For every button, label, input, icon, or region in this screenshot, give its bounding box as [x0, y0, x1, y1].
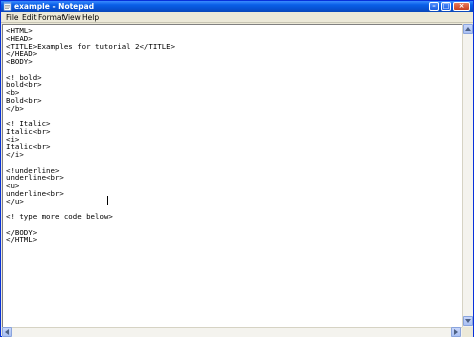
menu-view[interactable]: View: [63, 12, 81, 23]
notepad-icon: [3, 2, 12, 11]
title-bar[interactable]: example - Notepad – □ ×: [1, 1, 473, 12]
editor-line: <BODY>: [6, 57, 33, 66]
scroll-up-button[interactable]: [463, 24, 473, 34]
scroll-down-button[interactable]: [463, 316, 473, 326]
editor-line: <! type more code below>: [6, 212, 113, 221]
scroll-right-button[interactable]: [451, 327, 461, 337]
scroll-left-button[interactable]: [2, 327, 12, 337]
minimize-button[interactable]: –: [429, 2, 439, 11]
window-title: example - Notepad: [14, 2, 95, 11]
text-caret: [107, 196, 108, 205]
editor-line: </u>: [6, 196, 24, 206]
arrow-left-icon: [5, 329, 9, 335]
editor-line: </b>: [6, 103, 24, 113]
maximize-button[interactable]: □: [441, 2, 451, 11]
menu-bar: File Edit Format View Help: [1, 12, 473, 23]
editor-line: </HTML>: [6, 235, 38, 245]
vertical-scrollbar[interactable]: [462, 24, 473, 327]
horizontal-scrollbar[interactable]: [2, 327, 462, 337]
menu-format[interactable]: Format: [38, 12, 64, 23]
arrow-down-icon: [465, 319, 471, 323]
arrow-up-icon: [465, 27, 471, 31]
menu-file[interactable]: File: [6, 12, 19, 23]
resize-grip[interactable]: [462, 327, 473, 337]
arrow-right-icon: [454, 329, 458, 335]
close-button[interactable]: ×: [453, 2, 470, 11]
menu-help[interactable]: Help: [82, 12, 99, 23]
notepad-window: example - Notepad – □ × File Edit Format…: [0, 0, 474, 337]
text-editor-area[interactable]: <HTML> <HEAD> <TITLE>Examples for tutorial…: [2, 24, 462, 327]
menu-edit[interactable]: Edit: [22, 12, 37, 23]
editor-line: </i>: [6, 150, 24, 159]
